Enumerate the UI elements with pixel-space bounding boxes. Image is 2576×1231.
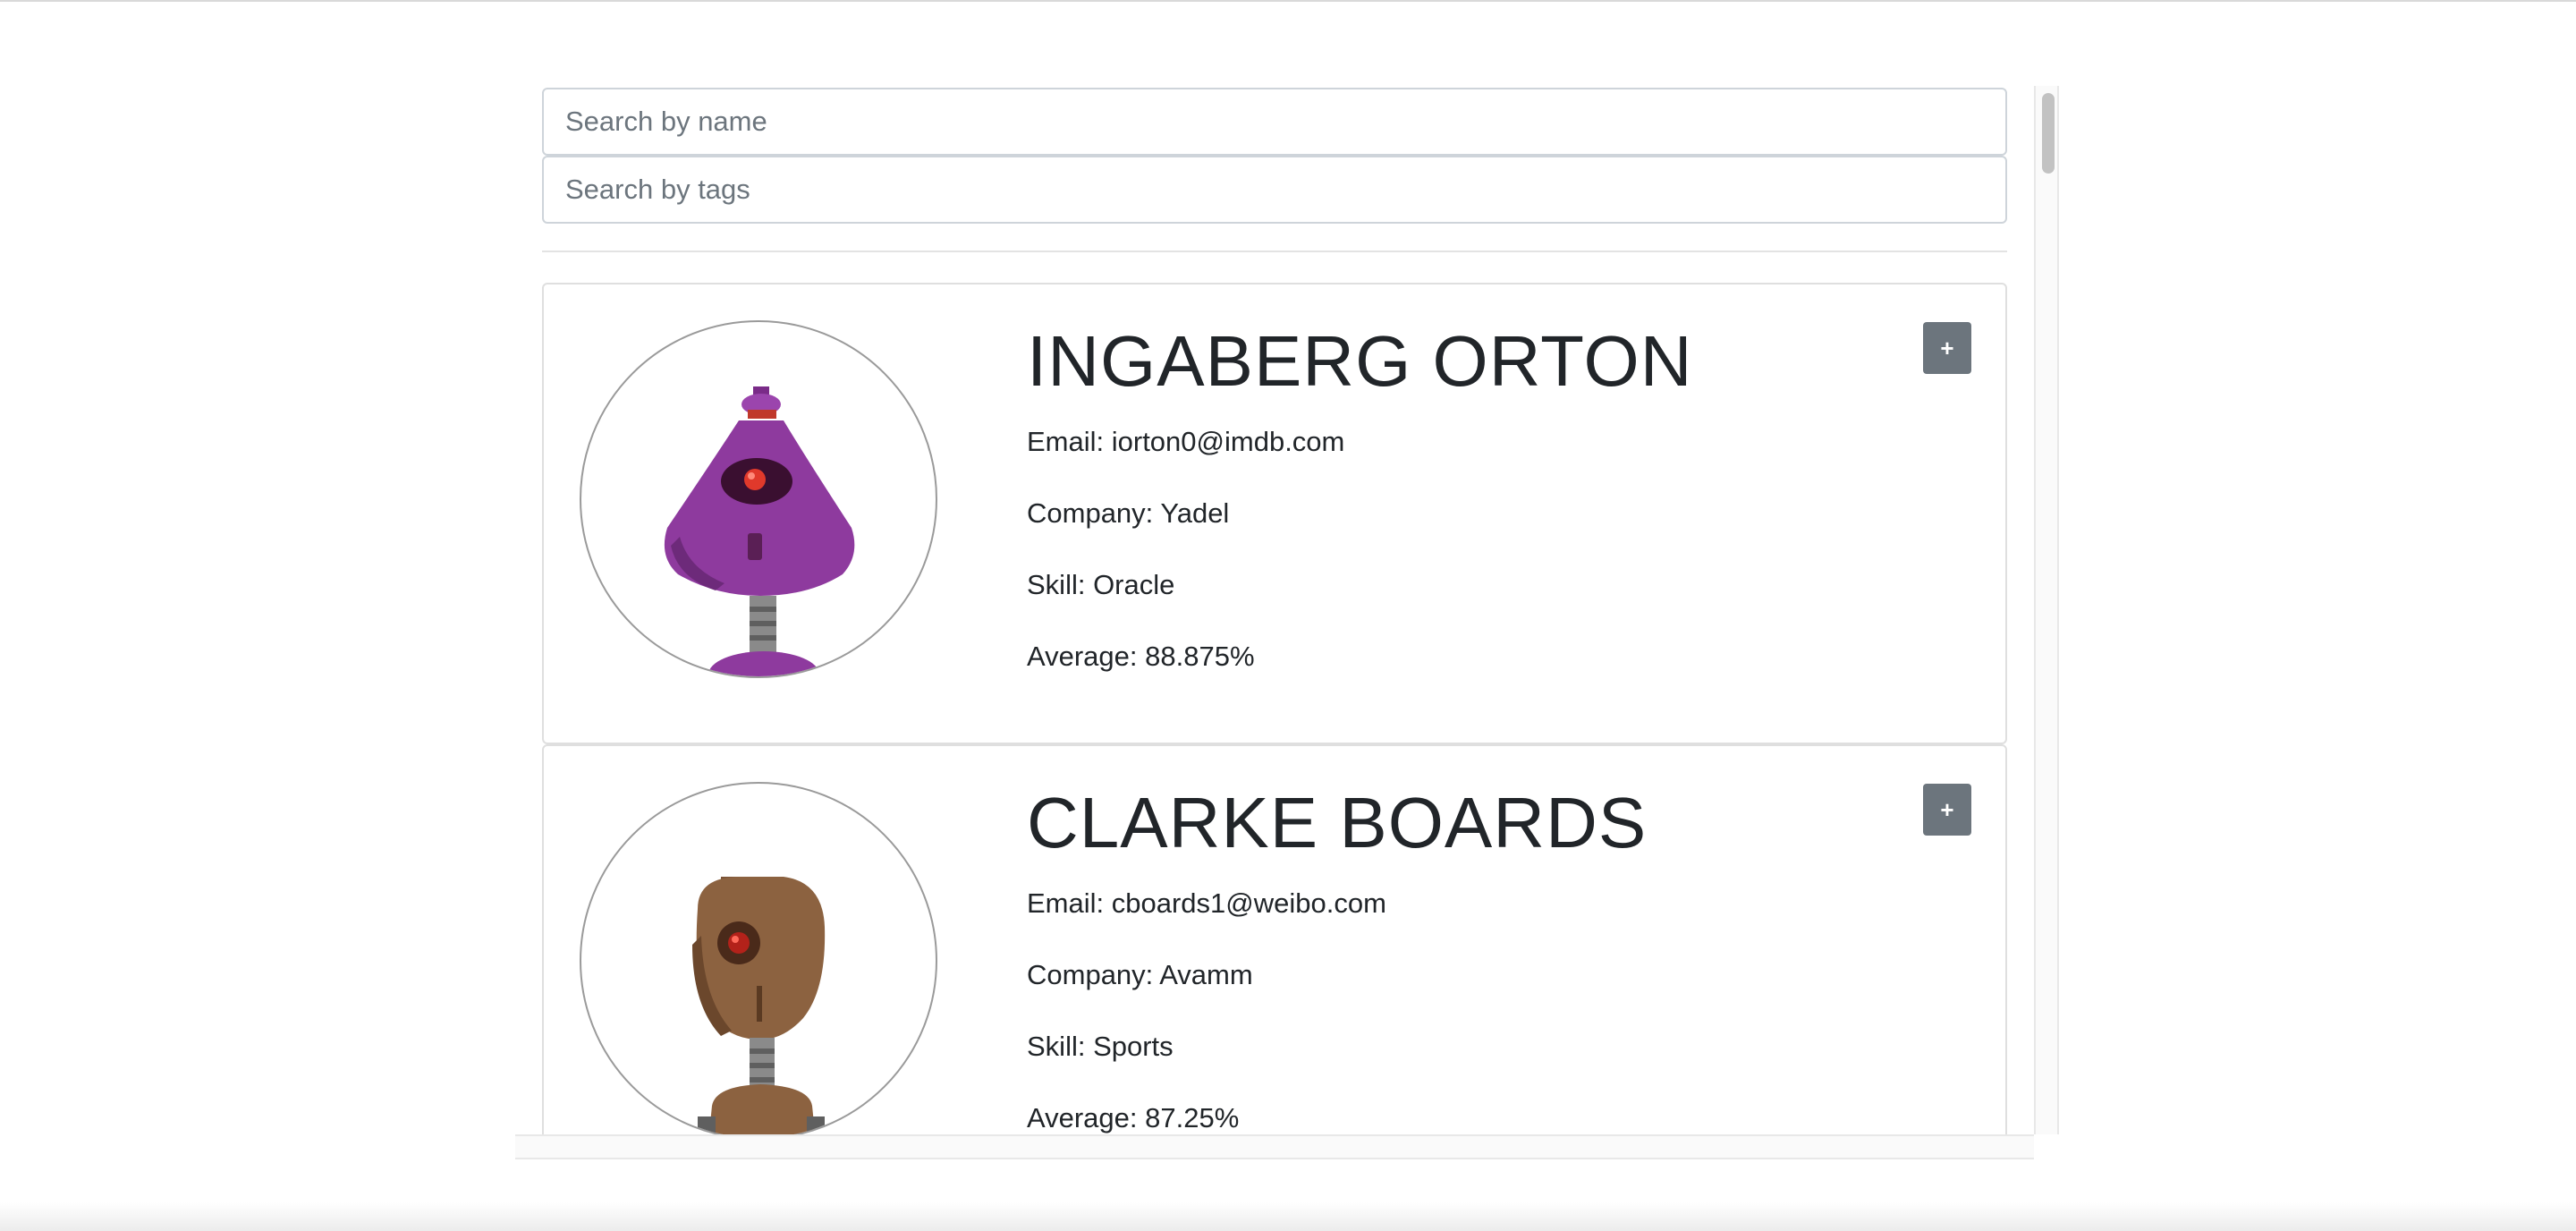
student-email: Email: iorton0@imdb.com — [1027, 426, 1345, 457]
search-by-tags-input[interactable] — [542, 156, 2007, 224]
window-bottom-shadow — [0, 1202, 2576, 1231]
student-card: CLARKE BOARDS Email: cboards1@weibo.com … — [542, 744, 2007, 1134]
student-skill: Skill: Sports — [1027, 1031, 1174, 1062]
window-top-border — [0, 0, 2576, 2]
student-name: CLARKE BOARDS — [1027, 783, 1648, 862]
student-average: Average: 87.25% — [1027, 1102, 1240, 1133]
search-by-name-input[interactable] — [542, 88, 2007, 156]
expand-grades-button[interactable]: + — [1923, 322, 1971, 374]
student-skill: Skill: Oracle — [1027, 569, 1175, 600]
student-list-scroll-area: INGABERG ORTON Email: iorton0@imdb.com C… — [542, 86, 2007, 1134]
student-list-viewport: INGABERG ORTON Email: iorton0@imdb.com C… — [515, 86, 2059, 1134]
avatar — [580, 782, 937, 1134]
student-company: Company: Yadel — [1027, 497, 1230, 529]
vertical-scrollbar-thumb[interactable] — [2042, 93, 2055, 174]
brown-robot-icon — [692, 877, 826, 1134]
student-company: Company: Avamm — [1027, 959, 1253, 990]
student-average: Average: 88.875% — [1027, 641, 1255, 672]
horizontal-scrollbar[interactable] — [515, 1134, 2034, 1159]
student-card: INGABERG ORTON Email: iorton0@imdb.com C… — [542, 283, 2007, 744]
expand-grades-button[interactable]: + — [1923, 784, 1971, 836]
vertical-scrollbar[interactable] — [2034, 86, 2059, 1134]
avatar — [580, 320, 937, 678]
search-divider — [542, 250, 2007, 252]
purple-robot-icon — [664, 386, 855, 676]
student-name: INGABERG ORTON — [1027, 321, 1693, 401]
student-email: Email: cboards1@weibo.com — [1027, 887, 1386, 919]
